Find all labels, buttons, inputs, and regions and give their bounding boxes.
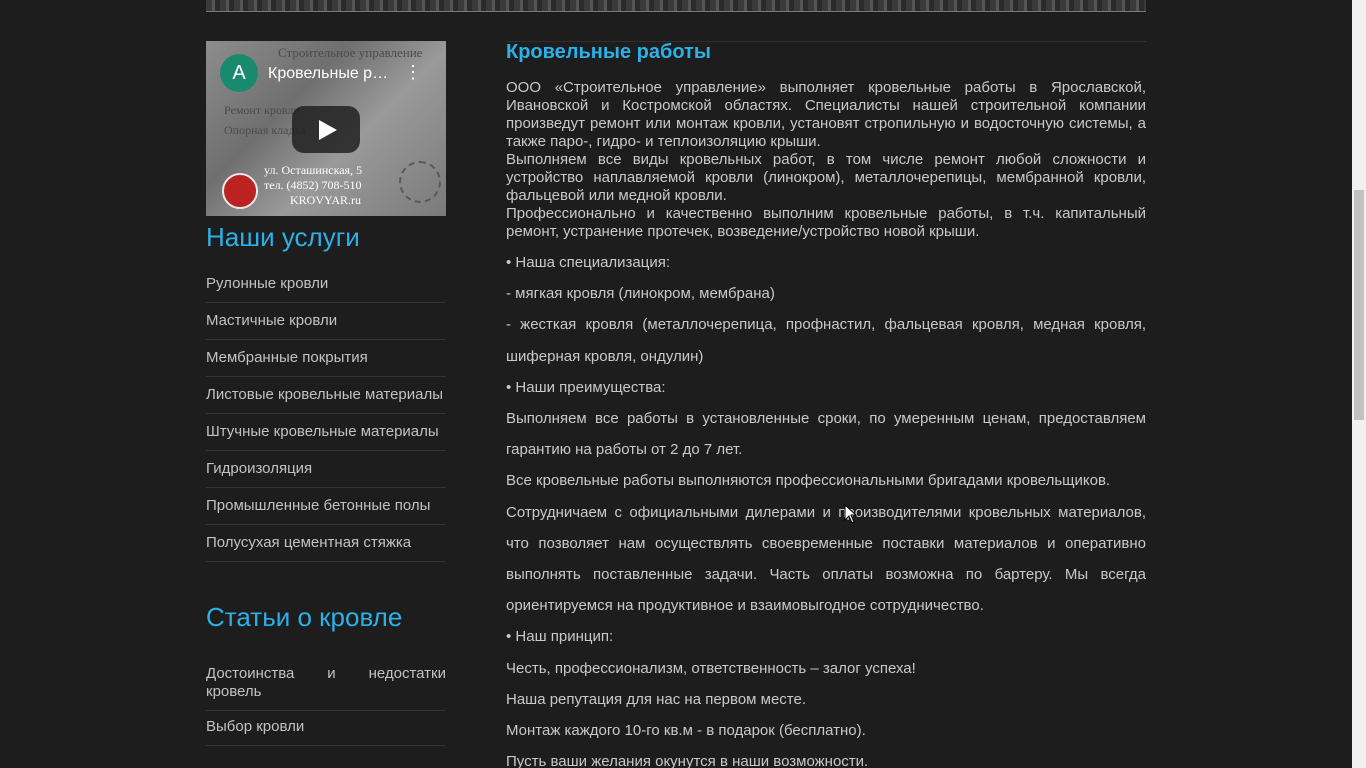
articles-title: Статьи о кровле: [206, 602, 403, 632]
youtube-video-embed[interactable]: Строительное управление Ремонт кровли Оп…: [206, 41, 446, 216]
text-line: Выполняем все работы в установленные сро…: [506, 410, 1146, 459]
play-icon[interactable]: [292, 106, 360, 153]
stamp-logo: [222, 173, 258, 209]
video-title[interactable]: Кровельные работы в Ярославле: [268, 65, 390, 83]
menu-item-betonnye-poly[interactable]: Промышленные бетонные полы: [206, 488, 446, 525]
text-line: - жесткая кровля (металлочерепица, профн…: [506, 316, 1146, 365]
video-bg-text: тел. (4852) 708-510: [264, 178, 362, 192]
channel-avatar[interactable]: A: [220, 54, 258, 92]
video-bg-text: ул. Осташинская, 5: [264, 163, 363, 177]
intro-paragraph: Профессионально и качественно выполним к…: [506, 205, 1146, 240]
intro-paragraph: ООО «Строительное управление» выполняет …: [506, 79, 1146, 150]
company-logo: [399, 161, 441, 203]
text-line: Все кровельные работы выполняются профес…: [506, 472, 1111, 490]
details-text: • Наша специализация: - мягкая кровля (л…: [506, 247, 1146, 768]
menu-item-membrannye[interactable]: Мембранные покрытия: [206, 340, 446, 377]
page-title: Кровельные работы: [506, 41, 711, 63]
services-menu: Рулонные кровли Мастичные кровли Мембран…: [206, 266, 446, 562]
vertical-scrollbar[interactable]: [1352, 0, 1366, 768]
video-bg-text: Ремонт кровли: [224, 103, 300, 117]
intro-paragraph: Выполняем все виды кровельных работ, в т…: [506, 151, 1146, 204]
more-vert-icon[interactable]: ⋮: [404, 63, 422, 81]
articles-menu: Достоинства и недостатки кровель Выбор к…: [206, 658, 446, 746]
page: Строительное управление Ремонт кровли Оп…: [0, 0, 1352, 768]
mouse-cursor-icon: [844, 504, 858, 524]
menu-item-gidroizolyaciya[interactable]: Гидроизоляция: [206, 451, 446, 488]
menu-item-vybor-krovli[interactable]: Выбор кровли: [206, 711, 446, 746]
intro-text: ООО «Строительное управление» выполняет …: [506, 79, 1146, 241]
menu-item-shtuchnye[interactable]: Штучные кровельные материалы: [206, 414, 446, 451]
specialization-heading: • Наша специализация:: [506, 254, 671, 271]
menu-item-dostoinstva[interactable]: Достоинства и недостатки кровель: [206, 658, 446, 711]
menu-item-rulonnye[interactable]: Рулонные кровли: [206, 266, 446, 303]
video-bg-text: Строительное управление: [278, 45, 423, 60]
services-title: Наши услуги: [206, 222, 360, 252]
header-banner-image: [206, 0, 1146, 12]
menu-item-listovye[interactable]: Листовые кровельные материалы: [206, 377, 446, 414]
menu-item-styazhka[interactable]: Полусухая цементная стяжка: [206, 525, 446, 562]
text-line: Пусть ваши желания окунутся в наши возмо…: [506, 753, 869, 768]
text-line: Сотрудничаем с официальными дилерами и п…: [506, 503, 1146, 615]
text-line: Наша репутация для нас на первом месте.: [506, 690, 807, 708]
advantages-heading: • Наши преимущества:: [506, 378, 666, 396]
principle-heading: • Наш принцип:: [506, 628, 614, 646]
text-line: Честь, профессионализм, ответственность …: [506, 659, 916, 677]
video-bg-text: KROVYAR.ru: [290, 193, 362, 207]
text-line: - мягкая кровля (линокром, мембрана): [506, 285, 775, 303]
scrollbar-thumb[interactable]: [1354, 190, 1364, 420]
menu-item-mastichnye[interactable]: Мастичные кровли: [206, 303, 446, 340]
text-line: Монтаж каждого 10-го кв.м - в подарок (б…: [506, 722, 866, 740]
sidebar: Строительное управление Ремонт кровли Оп…: [206, 41, 446, 746]
